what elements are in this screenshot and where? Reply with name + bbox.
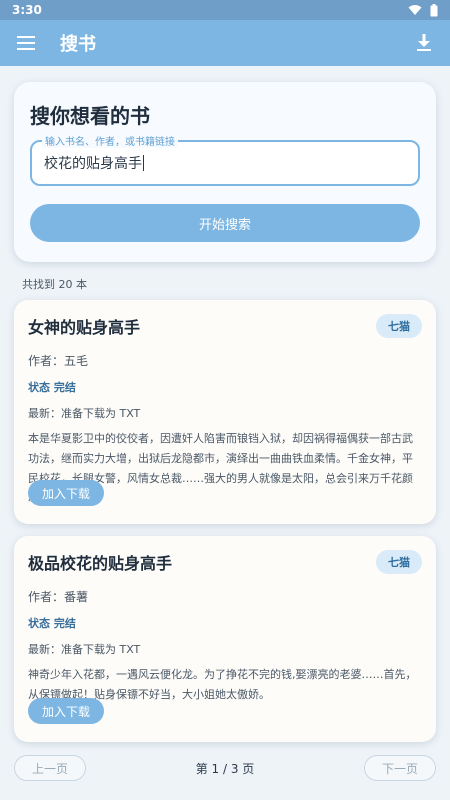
app-bar: 搜书 bbox=[0, 20, 450, 66]
book-card[interactable]: 极品校花的贴身高手 七猫 作者：番薯 状态 完结 最新：准备下载为 TXT 神奇… bbox=[14, 536, 436, 742]
source-badge: 七猫 bbox=[376, 550, 422, 574]
book-latest: 最新：准备下载为 TXT bbox=[28, 643, 141, 656]
search-input-label: 输入书名、作者，或书籍链接 bbox=[42, 133, 178, 148]
source-badge: 七猫 bbox=[376, 314, 422, 338]
book-title: 女神的贴身高手 bbox=[28, 318, 141, 337]
search-input[interactable]: 输入书名、作者，或书籍链接 校花的贴身高手 bbox=[30, 133, 420, 186]
book-author: 作者：五毛 bbox=[28, 354, 89, 368]
clock: 3:30 bbox=[12, 3, 42, 17]
book-author: 作者：番薯 bbox=[28, 590, 89, 604]
book-title: 极品校花的贴身高手 bbox=[28, 554, 173, 573]
text-caret bbox=[143, 155, 144, 171]
result-count: 共找到 20 本 bbox=[22, 278, 87, 291]
next-page-button[interactable]: 下一页 bbox=[363, 755, 436, 781]
book-status: 状态 完结 bbox=[28, 617, 76, 630]
status-bar: 3:30 bbox=[0, 0, 450, 20]
add-download-button[interactable]: 加入下载 bbox=[28, 480, 105, 506]
wifi-icon bbox=[408, 5, 422, 15]
battery-icon bbox=[430, 3, 438, 16]
download-icon[interactable] bbox=[412, 31, 436, 55]
book-card[interactable]: 女神的贴身高手 七猫 作者：五毛 状态 完结 最新：准备下载为 TXT 本是华夏… bbox=[14, 300, 436, 524]
search-heading: 搜你想看的书 bbox=[30, 104, 150, 128]
start-search-button[interactable]: 开始搜索 bbox=[30, 204, 420, 242]
pagination: 上一页 第 1 / 3 页 下一页 bbox=[14, 754, 436, 782]
add-download-button[interactable]: 加入下载 bbox=[28, 698, 105, 724]
page-indicator: 第 1 / 3 页 bbox=[195, 761, 255, 776]
search-card: 搜你想看的书 输入书名、作者，或书籍链接 校花的贴身高手 开始搜索 bbox=[14, 82, 436, 262]
system-icons bbox=[408, 3, 438, 17]
prev-page-button[interactable]: 上一页 bbox=[14, 755, 86, 781]
book-status: 状态 完结 bbox=[28, 381, 76, 394]
menu-icon[interactable] bbox=[14, 31, 38, 55]
app-title: 搜书 bbox=[60, 34, 96, 55]
search-input-value: 校花的贴身高手 bbox=[44, 156, 142, 172]
book-latest: 最新：准备下载为 TXT bbox=[28, 407, 141, 420]
